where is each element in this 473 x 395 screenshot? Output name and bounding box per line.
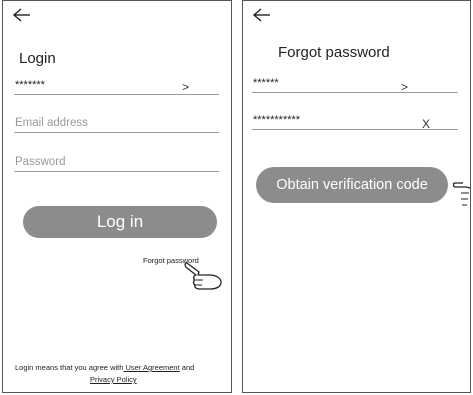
back-arrow-icon[interactable] xyxy=(252,7,272,23)
account-chevron[interactable]: > xyxy=(401,80,408,94)
terms-text: Login means that you agree with User Agr… xyxy=(15,363,194,372)
privacy-policy-link[interactable]: Privacy Policy xyxy=(90,375,137,384)
account-field[interactable]: ****** > xyxy=(252,75,458,94)
account-field[interactable]: ******* > xyxy=(14,77,219,95)
password-placeholder: Password xyxy=(15,156,66,168)
terms-prefix: Login means that you agree with xyxy=(15,363,124,372)
clear-button[interactable]: X xyxy=(422,117,430,131)
account-value: ****** xyxy=(253,77,279,89)
account-chevron[interactable]: > xyxy=(182,80,189,94)
page-title: Login xyxy=(19,50,56,67)
terms-and: and xyxy=(179,363,195,372)
hand-pointer-icon xyxy=(453,179,470,213)
back-arrow-icon[interactable] xyxy=(12,7,32,23)
hand-pointer-icon xyxy=(183,259,225,291)
password-field[interactable]: Password xyxy=(14,154,219,172)
email-placeholder: Email address xyxy=(15,117,88,129)
user-agreement-link[interactable]: User Agreement xyxy=(123,363,179,372)
login-screen: Login ******* > Email address Password L… xyxy=(2,0,232,393)
login-button[interactable]: Log in xyxy=(23,206,217,238)
obtain-code-button[interactable]: Obtain verification code xyxy=(256,167,448,203)
verification-code-value: *********** xyxy=(253,114,301,126)
email-field[interactable]: Email address xyxy=(14,115,219,133)
page-title: Forgot password xyxy=(278,44,390,61)
account-value: ******* xyxy=(15,79,45,91)
verification-code-field[interactable]: *********** X xyxy=(252,112,458,131)
forgot-password-screen: Forgot password ****** > *********** X O… xyxy=(242,0,471,393)
